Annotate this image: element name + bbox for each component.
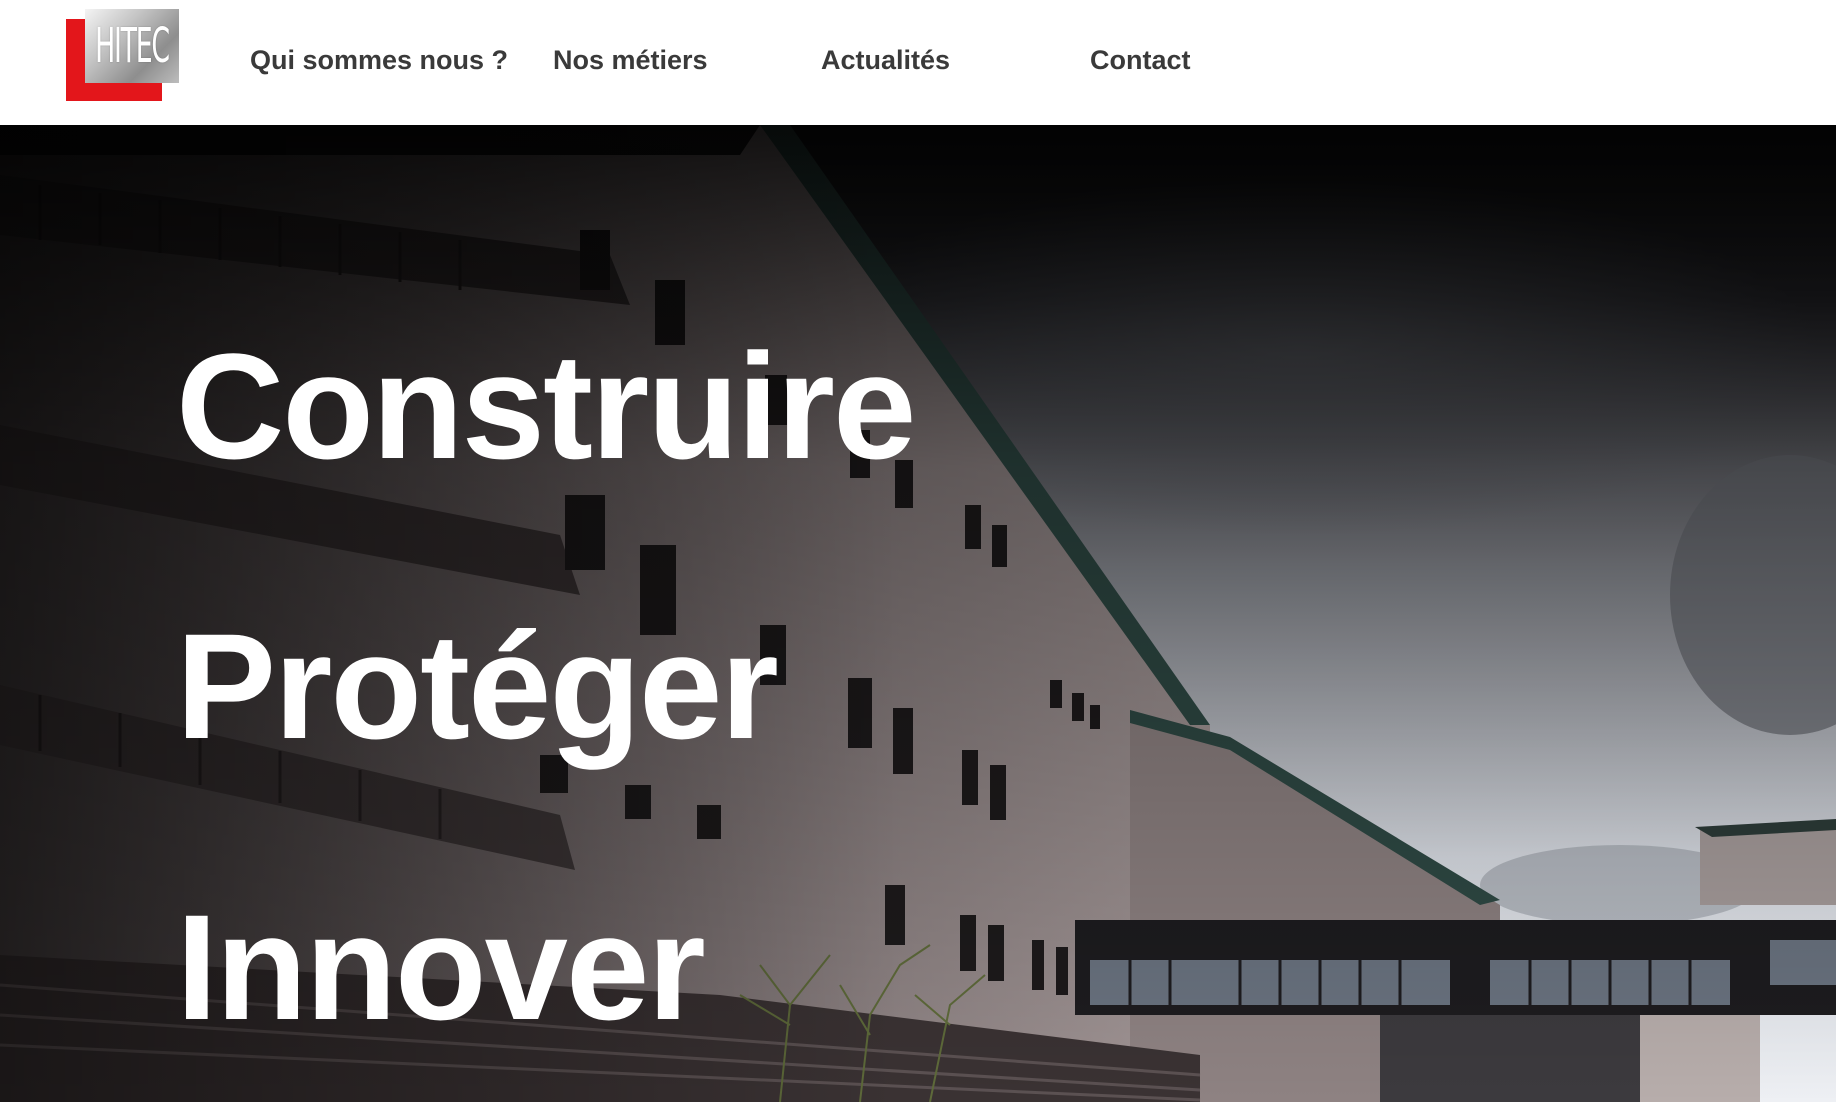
- logo-text: HITEC: [95, 18, 170, 74]
- hero-banner: Construire Protéger Innover: [0, 125, 1836, 1102]
- nav-item-actualites[interactable]: Actualités: [821, 40, 950, 80]
- hero-line-innover: Innover: [176, 883, 706, 1051]
- hitec-logo[interactable]: HITEC: [66, 9, 180, 101]
- nav-item-nos-metiers[interactable]: Nos métiers: [553, 40, 708, 80]
- nav-item-qui-sommes-nous[interactable]: Qui sommes nous ?: [250, 40, 508, 80]
- hero-line-proteger: Protéger: [176, 602, 779, 770]
- site-header: HITEC Qui sommes nous ? Nos métiers Actu…: [0, 0, 1836, 125]
- nav-item-contact[interactable]: Contact: [1090, 40, 1191, 80]
- hero-line-construire: Construire: [176, 322, 916, 490]
